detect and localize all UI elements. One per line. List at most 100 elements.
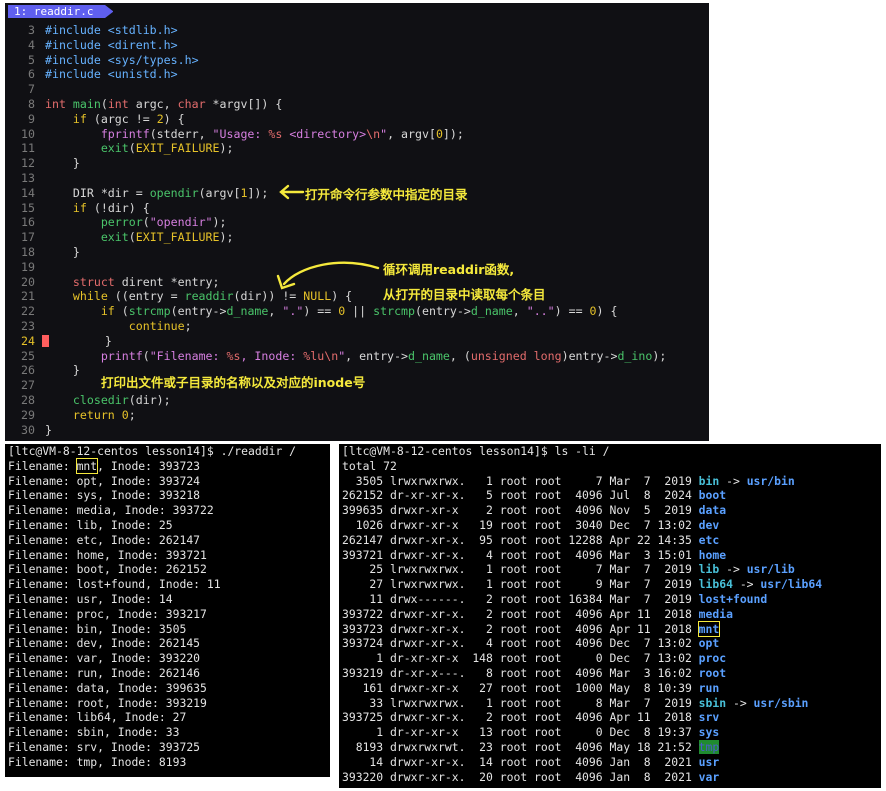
code-token: (stderr, (149, 126, 213, 141)
ls-output-line: 11 drwx------. 2 root root 16384 Mar 7 2… (339, 592, 881, 607)
code-token: strcmp (373, 304, 416, 319)
ls-permissions: drwxrwxrwt. (390, 739, 466, 754)
line-number: 15 (21, 200, 35, 215)
terminal-ls-output[interactable]: [ltc@VM-8-12-centos lesson14]$ ls -li / … (339, 444, 881, 788)
code-token: int (44, 96, 73, 111)
ls-link-count: 2 (472, 710, 493, 725)
ls-size: 8 (568, 695, 603, 710)
code-token: "Filename: (149, 348, 227, 363)
code-token: if (72, 200, 87, 215)
readdir-output-line: Filename: tmp, Inode: 8193 (8, 754, 187, 769)
ls-inode: 393725 (342, 710, 384, 725)
code-token: opendir (149, 185, 199, 200)
ls-inode: 161 (342, 680, 384, 695)
line-number: 16 (21, 215, 35, 230)
ls-time: 2019 (657, 577, 692, 592)
ls-size: 1000 (568, 680, 603, 695)
code-line[interactable]: 6 #include <unistd.h> (5, 67, 709, 82)
tab-readdir-c[interactable]: 1: readdir.c (8, 5, 114, 18)
line-number: 20 (21, 274, 35, 289)
code-token: ); (219, 141, 234, 156)
entry-inode: 393722 (172, 503, 214, 518)
ls-output-line: 393724 drwxr-xr-x. 4 root root 4096 Dec … (339, 636, 881, 651)
code-token: \n (366, 126, 381, 141)
ls-link-count: 14 (472, 754, 493, 769)
code-token: } (44, 244, 80, 259)
code-line[interactable]: 17 exit(EXIT_FAILURE); (5, 230, 709, 245)
readdir-output-line: Filename: media, Inode: 393722 (8, 503, 214, 518)
code-line[interactable]: 16 perror("opendir"); (5, 215, 709, 230)
code-line[interactable]: 30 } (5, 423, 709, 438)
readdir-output-line: Filename: proc, Inode: 393217 (8, 606, 207, 621)
ls-owner: root (499, 591, 528, 606)
code-line[interactable]: 8 int main(int argc, char *argv[]) { (5, 97, 709, 112)
ls-output-line: 393725 drwxr-xr-x. 2 root root 4096 Apr … (339, 710, 881, 725)
code-line[interactable]: 22 if (strcmp(entry->d_name, ".") == 0 |… (5, 304, 709, 319)
code-token: *argv[]) { (205, 96, 283, 111)
code-line[interactable]: 28 closedir(dir); (5, 393, 709, 408)
code-line[interactable]: 10 fprintf(stderr, "Usage: %s <directory… (5, 127, 709, 142)
terminal-prompt: [ltc@VM-8-12-centos lesson14]$ ./readdir… (8, 444, 297, 458)
ls-link-target: usr/bin (746, 473, 795, 488)
code-token: #include <dirent.h> (44, 37, 178, 52)
ls-month: Dec (609, 725, 631, 740)
ls-time: 10:39 (657, 680, 692, 695)
code-line[interactable]: 11 exit(EXIT_FAILURE); (5, 141, 709, 156)
code-editor[interactable]: 1: readdir.c 3 #include <stdlib.h> 4 #inc… (5, 3, 709, 441)
ls-permissions: lrwxrwxrwx. (390, 695, 466, 710)
annotation-readdir-2: 从打开的目录中读取每个条目 (383, 287, 546, 302)
ls-entry-name: opt (698, 636, 720, 651)
ls-group: root (534, 562, 562, 577)
terminal-readdir-output[interactable]: [ltc@VM-8-12-centos lesson14]$ ./readdir… (5, 444, 330, 777)
line-number: 7 (28, 82, 35, 97)
ls-day: 5 (636, 503, 651, 518)
ls-day: 7 (636, 562, 651, 577)
ls-permissions: lrwxrwxrwx. (390, 562, 466, 577)
ls-time: 2018 (657, 621, 692, 636)
entry-name: dev (76, 636, 98, 651)
ls-time: 2019 (657, 473, 692, 488)
ls-size: 3040 (568, 517, 603, 532)
code-line[interactable]: 5 #include <sys/types.h> (5, 53, 709, 68)
ls-time: 2019 (657, 562, 692, 577)
code-token: ((entry = (107, 289, 185, 304)
line-number: 21 (21, 289, 35, 304)
ls-owner: root (499, 606, 528, 621)
ls-size: 9 (568, 577, 603, 592)
code-token: ); (652, 348, 667, 363)
ls-link-count: 8 (472, 665, 493, 680)
code-line[interactable]: 29 return 0; (5, 408, 709, 423)
entry-name: var (76, 651, 98, 666)
ls-output-line: 393721 drwxr-xr-x. 4 root root 4096 Mar … (339, 548, 881, 563)
code-line[interactable]: 7 (5, 82, 709, 97)
line-number: 3 (28, 23, 35, 37)
code-token: , entry-> (345, 348, 408, 363)
code-line[interactable]: 3 #include <stdlib.h> (5, 23, 709, 38)
code-token: exit (100, 230, 129, 245)
ls-size: 4096 (568, 621, 603, 636)
ls-month: Dec (609, 651, 631, 666)
code-line[interactable]: 9 if (argc != 2) { (5, 112, 709, 127)
ls-size: 7 (568, 562, 603, 577)
code-line[interactable]: 24 } (5, 334, 709, 349)
ls-link-count: 20 (472, 769, 493, 784)
ls-entry-name: sbin (698, 695, 727, 710)
entry-name: home (76, 547, 105, 562)
readdir-output-line: Filename: data, Inode: 399635 (8, 680, 207, 695)
ls-link-count: 23 (472, 739, 493, 754)
ls-output-line: 33 lrwxrwxrwx. 1 root root 8 Mar 7 2019 … (342, 695, 809, 710)
code-line[interactable]: 23 continue; (5, 319, 709, 334)
ls-time: 13:02 (657, 517, 692, 532)
ls-month: Mar (609, 591, 631, 606)
code-line[interactable]: 25 printf("Filename: %s, Inode: %lu\n", … (5, 349, 709, 364)
ls-owner: root (499, 769, 528, 784)
code-token: , (268, 304, 283, 319)
code-line[interactable]: 4 #include <dirent.h> (5, 38, 709, 53)
code-line[interactable]: 12 } (5, 156, 709, 171)
annotation-arrow-opendir-icon (279, 184, 305, 200)
ls-permissions: lrwxrwxrwx. (390, 577, 466, 592)
